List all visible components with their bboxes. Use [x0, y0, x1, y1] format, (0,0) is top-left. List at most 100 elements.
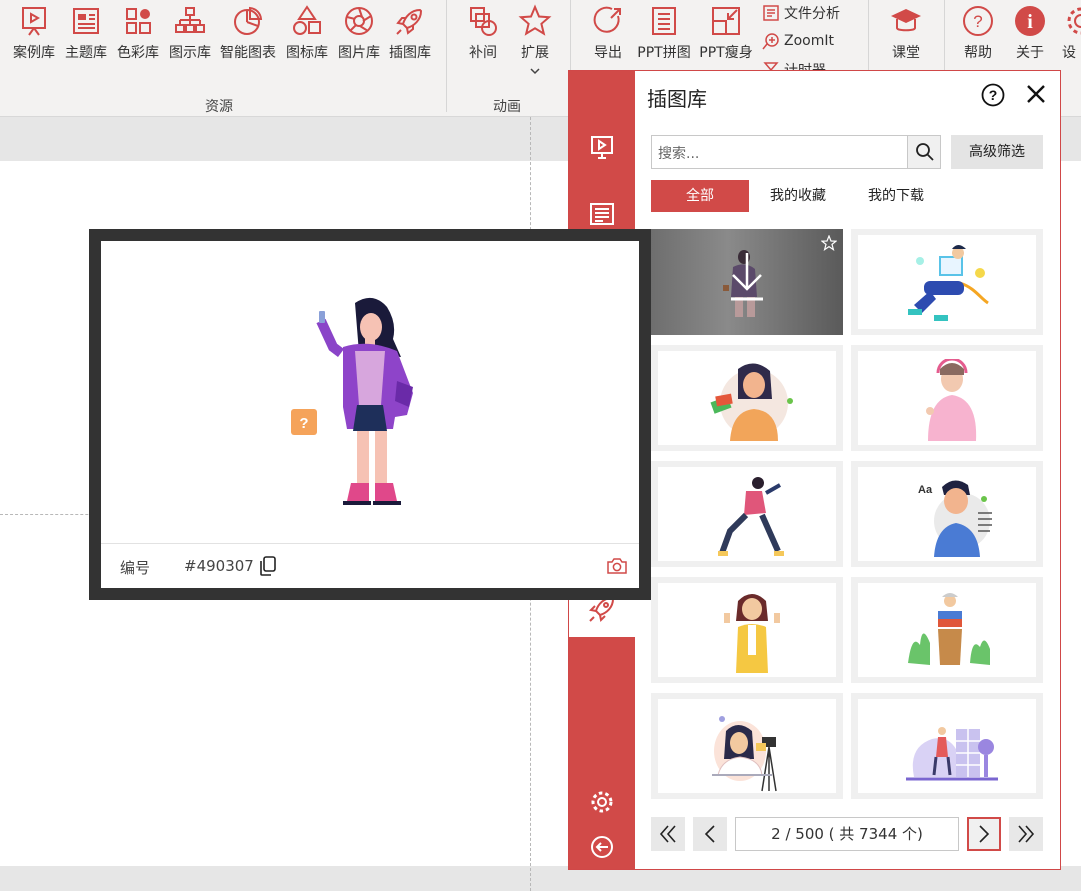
illustration-library-button[interactable]: 插图库: [386, 4, 434, 62]
illustration-image: Aa: [918, 480, 992, 557]
svg-text:?: ?: [299, 415, 308, 432]
star-icon[interactable]: [821, 235, 837, 251]
first-page-button[interactable]: [651, 817, 685, 851]
preview-image: ?: [101, 241, 639, 543]
case-library-button[interactable]: 案例库: [8, 4, 60, 62]
camera-icon[interactable]: [606, 556, 628, 576]
info-icon: i: [1015, 6, 1045, 36]
question-icon: ?: [963, 6, 993, 36]
collage-icon: [652, 7, 676, 35]
chevron-right-icon: [979, 825, 990, 843]
settings-button[interactable]: 设: [1062, 4, 1081, 62]
id-value: #490307: [184, 557, 254, 575]
document-icon: [763, 5, 779, 21]
ppt-slim-button[interactable]: PPT瘦身: [696, 4, 756, 62]
download-icon[interactable]: [727, 251, 767, 303]
tab-favorites[interactable]: 我的收藏: [755, 180, 841, 212]
close-icon[interactable]: [1025, 83, 1047, 105]
search-input[interactable]: 搜索...: [651, 135, 941, 169]
zoom-icon: [762, 33, 779, 50]
illustration-preview-popup: ? 编号 #490307: [89, 229, 651, 600]
help-button[interactable]: ? 帮助: [956, 4, 1000, 62]
illustration-thumbnail[interactable]: [651, 461, 843, 567]
illustration-image: [908, 245, 989, 321]
search-placeholder: 搜索...: [658, 146, 700, 162]
news-icon: [73, 8, 99, 34]
compress-icon: [712, 7, 740, 35]
chevron-left-icon: [704, 825, 715, 843]
smart-chart-button[interactable]: 智能图表: [216, 4, 280, 62]
copy-icon[interactable]: [258, 555, 278, 577]
illustration-image: [908, 593, 990, 665]
help-icon[interactable]: ?: [981, 83, 1005, 107]
illustration-thumbnail[interactable]: [651, 577, 843, 683]
next-page-button[interactable]: [967, 817, 1001, 851]
tab-all[interactable]: 全部: [651, 180, 749, 212]
org-chart-icon: [175, 7, 205, 33]
gear-icon: [1067, 7, 1081, 35]
svg-text:Aa: Aa: [918, 484, 933, 496]
prev-page-button[interactable]: [693, 817, 727, 851]
timer-button[interactable]: 计时器: [762, 60, 826, 70]
illustration-image: [712, 716, 777, 792]
illustration-thumbnail[interactable]: [651, 693, 843, 799]
graduation-cap-icon: [891, 9, 921, 32]
illustration-thumbnail[interactable]: [651, 229, 843, 335]
presentation-icon[interactable]: [587, 133, 617, 163]
export-button[interactable]: 导出: [586, 4, 630, 62]
layered-shapes-icon: [470, 7, 497, 36]
illustration-thumbnail[interactable]: [851, 229, 1043, 335]
extend-button[interactable]: 扩展: [512, 4, 558, 62]
illustration-image: [926, 359, 977, 441]
rocket-icon: [396, 8, 423, 35]
id-label: 编号: [120, 559, 151, 577]
page-indicator[interactable]: 2 / 500 ( 共 7344 个): [735, 817, 959, 851]
preview-footer: 编号 #490307: [101, 543, 639, 588]
aperture-icon: [345, 7, 373, 35]
icon-library-button[interactable]: 图标库: [283, 4, 331, 62]
about-button[interactable]: i 关于: [1008, 4, 1052, 62]
illustration-thumbnail[interactable]: [651, 345, 843, 451]
export-arc-icon: [593, 6, 621, 33]
double-chevron-left-icon: [659, 825, 676, 843]
separator: [446, 0, 447, 112]
illustration-image: [906, 727, 998, 781]
picture-library-button[interactable]: 图片库: [335, 4, 383, 62]
last-page-button[interactable]: [1009, 817, 1043, 851]
color-library-button[interactable]: 色彩库: [114, 4, 162, 62]
illustration-image: [710, 363, 793, 441]
news-icon[interactable]: [587, 199, 617, 229]
pie-chart-icon: [234, 6, 263, 35]
file-analysis-button[interactable]: 文件分析: [762, 3, 840, 23]
illustration-thumbnail[interactable]: [851, 693, 1043, 799]
back-arrow-icon[interactable]: [587, 832, 617, 862]
diagram-library-button[interactable]: 图示库: [166, 4, 214, 62]
star-icon: [518, 4, 552, 36]
search-button[interactable]: [907, 136, 940, 168]
svg-text:i: i: [1027, 11, 1033, 33]
ppt-collage-button[interactable]: PPT拼图: [634, 4, 694, 62]
chevron-down-icon[interactable]: [530, 68, 540, 75]
illustration-thumbnail[interactable]: Aa: [851, 461, 1043, 567]
presentation-icon: [22, 7, 46, 36]
gear-icon[interactable]: [587, 787, 617, 817]
illustration-image: [718, 477, 784, 556]
double-chevron-right-icon: [1018, 825, 1035, 843]
advanced-filter-button[interactable]: 高级筛选: [951, 135, 1043, 169]
illustration-thumbnail[interactable]: [851, 577, 1043, 683]
classroom-button[interactable]: 课堂: [884, 4, 928, 62]
tab-downloads[interactable]: 我的下载: [853, 180, 939, 212]
pane-title: 插图库: [647, 87, 707, 111]
svg-text:?: ?: [973, 12, 982, 31]
zoomit-button[interactable]: ZoomIt: [762, 32, 834, 50]
group-label-resources: 资源: [205, 99, 233, 115]
shapes-icon: [293, 5, 321, 35]
woman-with-phone-illustration: ?: [291, 297, 413, 505]
palette-grid-icon: [126, 8, 151, 34]
svg-text:?: ?: [989, 87, 998, 103]
timer-icon: [763, 62, 779, 70]
tween-button[interactable]: 补间: [460, 4, 506, 62]
group-label-animation: 动画: [493, 99, 521, 115]
illustration-thumbnail[interactable]: [851, 345, 1043, 451]
theme-library-button[interactable]: 主题库: [62, 4, 110, 62]
